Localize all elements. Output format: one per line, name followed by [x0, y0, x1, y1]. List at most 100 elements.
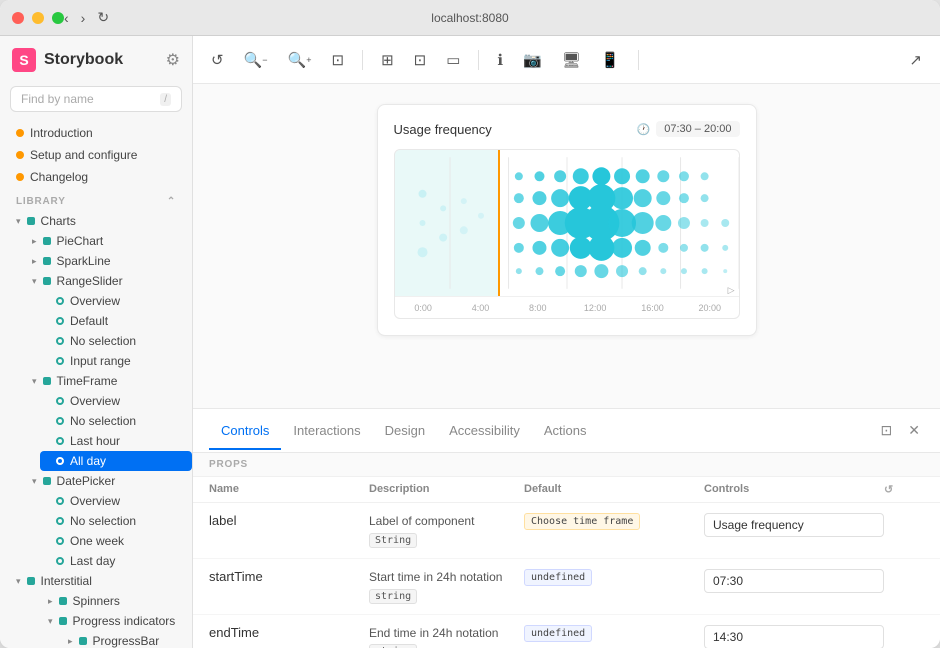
- screenshot-button[interactable]: 📷: [517, 47, 548, 73]
- leaf-label: Default: [70, 314, 108, 328]
- sidebar-item-datepicker[interactable]: ▾ DatePicker: [16, 471, 192, 491]
- sidebar-item-introduction[interactable]: Introduction: [0, 122, 192, 144]
- dot-icon: [56, 497, 64, 505]
- mobile-button[interactable]: 📱: [595, 47, 626, 73]
- zoom-in-button[interactable]: 🔍+: [282, 47, 318, 73]
- expand-icon: ▾: [32, 376, 37, 387]
- sidebar-item-charts[interactable]: ▾ Charts: [0, 211, 192, 231]
- sidebar-nav: Introduction Setup and configure Changel…: [0, 118, 192, 648]
- default-badge: undefined: [524, 569, 592, 586]
- desktop-button[interactable]: 🖥: [556, 47, 587, 73]
- controls-table: PROPS Name Description Default Controls …: [193, 453, 940, 648]
- info-button[interactable]: ℹ: [491, 47, 509, 73]
- minimize-button[interactable]: [32, 12, 44, 24]
- col-controls: Controls: [704, 483, 884, 496]
- close-button[interactable]: [12, 12, 24, 24]
- toolbar: ↺ 🔍− 🔍+ ⊡ ⊞ ⊡ ▭ ℹ 📷 🖥 📱 ↗: [193, 36, 940, 84]
- sidebar-item-rangeslider-noselection[interactable]: No selection: [40, 331, 192, 351]
- dot-icon: [56, 417, 64, 425]
- frame-button[interactable]: ▭: [440, 47, 466, 73]
- expand-icon: ▸: [48, 596, 53, 607]
- chart-svg: [395, 150, 739, 296]
- sidebar-item-datepicker-overview[interactable]: Overview: [40, 491, 192, 511]
- table-row: endTime End time in 24h notation string …: [193, 615, 940, 648]
- sidebar-item-timeframe[interactable]: ▾ TimeFrame: [16, 371, 192, 391]
- dot-icon: [56, 457, 64, 465]
- control-input-label[interactable]: [704, 513, 884, 537]
- sidebar-item-datepicker-noselection[interactable]: No selection: [40, 511, 192, 531]
- item-label: Spinners: [73, 594, 120, 608]
- leaf-label: Overview: [70, 494, 120, 508]
- sidebar-item-datepicker-oneweek[interactable]: One week: [40, 531, 192, 551]
- control-input-endtime[interactable]: [704, 625, 884, 648]
- app-window: ‹ › ↻ localhost:8080 S Storybook ⚙ Find …: [0, 0, 940, 648]
- tab-accessibility[interactable]: Accessibility: [437, 411, 532, 450]
- back-button[interactable]: ‹: [60, 7, 73, 28]
- settings-icon[interactable]: ⚙: [166, 50, 180, 70]
- grid-view-button[interactable]: ⊞: [375, 47, 400, 73]
- zoom-reset-button[interactable]: ⊡: [325, 47, 350, 73]
- leaf-label: No selection: [70, 514, 136, 528]
- list-view-button[interactable]: ⊡: [408, 47, 433, 73]
- window-title: localhost:8080: [431, 11, 508, 25]
- tab-actions[interactable]: Actions: [532, 411, 599, 450]
- sidebar-item-sparkline[interactable]: ▸ SparkLine: [16, 251, 192, 271]
- expand-panel-button[interactable]: ⊡: [877, 418, 897, 443]
- group-icon: [79, 637, 87, 645]
- group-icon: [43, 377, 51, 385]
- sidebar-item-rangeslider-inputrange[interactable]: Input range: [40, 351, 192, 371]
- tab-icons: ⊡ ✕: [877, 418, 924, 443]
- search-input[interactable]: Find by name /: [10, 86, 182, 112]
- item-label: Progress indicators: [73, 614, 176, 628]
- sidebar-item-timeframe-overview[interactable]: Overview: [40, 391, 192, 411]
- col-description: Description: [369, 483, 524, 496]
- clock-icon: 🕐: [637, 123, 651, 136]
- tab-interactions[interactable]: Interactions: [281, 411, 372, 450]
- sidebar-item-datepicker-lastday[interactable]: Last day: [40, 551, 192, 571]
- default-value-label: Choose time frame: [524, 513, 704, 530]
- x-label-12: 12:00: [566, 303, 623, 313]
- item-label: TimeFrame: [57, 374, 118, 388]
- col-default: Default: [524, 483, 704, 496]
- search-shortcut: /: [160, 93, 171, 106]
- nav-label: Setup and configure: [30, 148, 137, 162]
- control-input-starttime[interactable]: [704, 569, 884, 593]
- sidebar-item-rangeslider-default[interactable]: Default: [40, 311, 192, 331]
- tab-controls[interactable]: Controls: [209, 411, 281, 450]
- sidebar-item-timeframe-lasthour[interactable]: Last hour: [40, 431, 192, 451]
- divider: [362, 50, 363, 70]
- sidebar-item-changelog[interactable]: Changelog: [0, 166, 192, 188]
- share-button[interactable]: ↗: [903, 47, 928, 73]
- tabs-row: Controls Interactions Design Accessibili…: [193, 409, 940, 453]
- sidebar-item-piechart[interactable]: ▸ PieChart: [16, 231, 192, 251]
- default-badge: undefined: [524, 625, 592, 642]
- dot-icon: [16, 151, 24, 159]
- sidebar-item-spinners[interactable]: ▸ Spinners: [32, 591, 192, 611]
- reload-button[interactable]: ↻: [93, 7, 113, 28]
- reset-all-icon[interactable]: ↺: [884, 483, 924, 496]
- sidebar-item-interstitial[interactable]: ▾ Interstitial: [0, 571, 192, 591]
- bubble-chart: 0:00 4:00 8:00 12:00 16:00 20:00 ▷: [394, 149, 740, 319]
- nav-label: Changelog: [30, 170, 88, 184]
- expand-icon: ▾: [16, 576, 21, 587]
- refresh-button[interactable]: ↺: [205, 47, 230, 73]
- sidebar-item-progressbar[interactable]: ▸ ProgressBar: [52, 631, 192, 648]
- leaf-label: Last hour: [70, 434, 120, 448]
- dot-icon: [56, 517, 64, 525]
- sidebar-item-rangeslider[interactable]: ▾ RangeSlider: [16, 271, 192, 291]
- nav-label: Introduction: [30, 126, 93, 140]
- zoom-out-button[interactable]: 🔍−: [238, 47, 274, 73]
- close-panel-button[interactable]: ✕: [904, 418, 924, 443]
- sidebar-item-timeframe-allday[interactable]: All day: [40, 451, 192, 471]
- sidebar-item-rangeslider-overview[interactable]: Overview: [40, 291, 192, 311]
- sidebar-item-progress[interactable]: ▾ Progress indicators: [32, 611, 192, 631]
- group-icon: [59, 597, 67, 605]
- group-icon: [27, 217, 35, 225]
- leaf-label: Last day: [70, 554, 115, 568]
- sidebar-item-setup[interactable]: Setup and configure: [0, 144, 192, 166]
- dot-icon: [16, 173, 24, 181]
- forward-button[interactable]: ›: [77, 7, 90, 28]
- sidebar-item-timeframe-noselection[interactable]: No selection: [40, 411, 192, 431]
- tab-design[interactable]: Design: [373, 411, 437, 450]
- collapse-library-button[interactable]: ⌃: [167, 196, 176, 207]
